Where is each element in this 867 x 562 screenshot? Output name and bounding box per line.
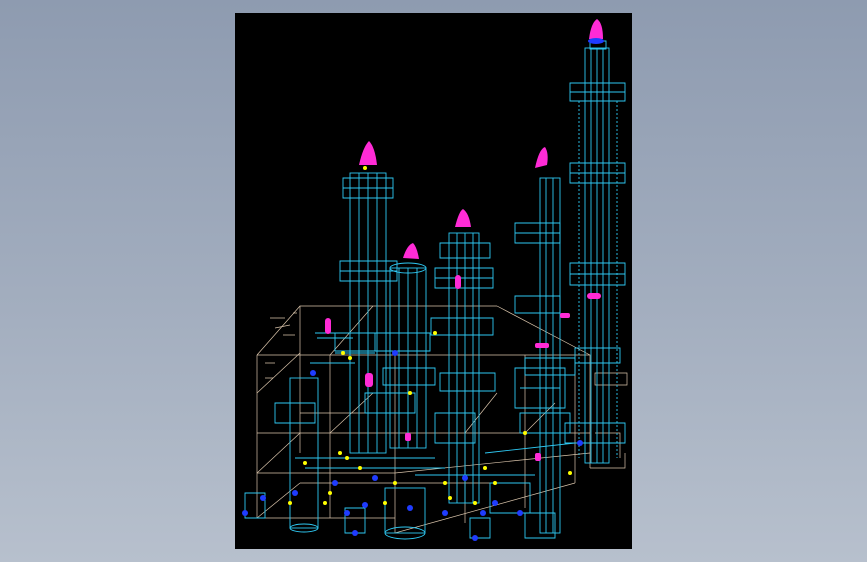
cad-viewport[interactable] [235,13,632,549]
column-e-platforms [564,82,626,444]
column-a [334,172,398,454]
plant-wireframe-model [242,19,628,541]
valves [242,350,583,541]
column-b [374,262,436,449]
column-c [430,232,496,504]
column-b-vent [403,243,419,259]
column-c-vent [455,209,471,227]
column-d [514,177,576,539]
column-e-vent [588,19,604,44]
column-a-vent [359,141,377,165]
column-d-vent [535,147,548,168]
steel-frame [256,305,628,534]
column-e [564,40,626,464]
